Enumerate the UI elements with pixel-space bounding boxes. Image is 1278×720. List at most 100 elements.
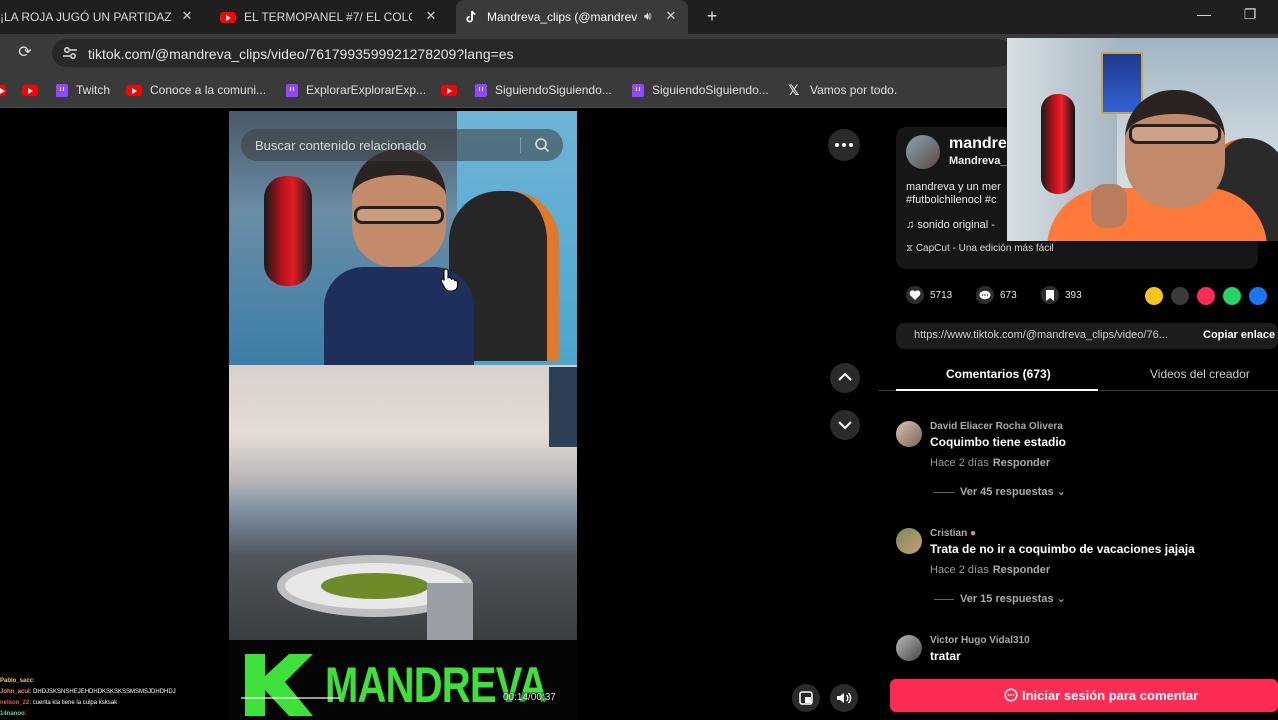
- more-options-button[interactable]: [828, 129, 860, 161]
- creator-username[interactable]: mandrev: [949, 135, 1016, 153]
- share-coin-icon[interactable]: [1145, 287, 1163, 305]
- view-replies-button[interactable]: Ver 15 respuestas ⌄: [934, 592, 1066, 605]
- tab-close-icon[interactable]: ✕: [424, 9, 438, 23]
- chat-username: Pablo_sacc: [0, 678, 34, 684]
- restore-icon[interactable]: ❐: [1240, 4, 1260, 24]
- video-timestamp: 00:14/00:37: [501, 692, 558, 703]
- avatar[interactable]: [906, 135, 940, 169]
- video-progress-bar[interactable]: [241, 697, 340, 699]
- embed-icon[interactable]: [1171, 287, 1189, 305]
- tab-creator-videos[interactable]: Videos del creador: [1150, 367, 1250, 381]
- tab-title: ¡LA ROJA JUGÓ UN PARTIDAZO: [0, 10, 172, 24]
- like-button[interactable]: 5713: [906, 285, 952, 305]
- facebook-icon[interactable]: [1249, 287, 1267, 305]
- bookmark-item[interactable]: SiguiendoSiguiendo...: [475, 81, 612, 99]
- search-placeholder: Buscar contenido relacionado: [255, 138, 427, 153]
- comment-icon: [976, 286, 994, 304]
- bookmark-item[interactable]: [441, 81, 465, 99]
- miniplayer-button[interactable]: [792, 684, 820, 712]
- chat-text: DHDJSKSNSHEJEHDHDKSKSKSSMSMSJDHDHDJ: [33, 689, 176, 695]
- chat-username: nelson_22: [0, 700, 30, 706]
- comment-item: Victor Hugo Vidal310 tratar: [896, 635, 1278, 665]
- send-icon[interactable]: [1197, 287, 1215, 305]
- related-search-input[interactable]: Buscar contenido relacionado: [241, 129, 563, 161]
- avatar[interactable]: [896, 421, 922, 447]
- minimize-icon[interactable]: —: [1194, 4, 1214, 24]
- tab-close-icon[interactable]: ✕: [664, 9, 678, 23]
- bookmark-label: ExplorarExplorarExp...: [306, 83, 427, 97]
- bookmark-item[interactable]: Conoce a la comuni...: [126, 81, 266, 99]
- share-link-url[interactable]: https://www.tiktok.com/@mandreva_clips/v…: [914, 329, 1168, 341]
- browser-tab[interactable]: EL TERMOPANEL #7/ EL COLO ✕: [220, 0, 442, 34]
- creator-nickname: Mandreva_: [949, 155, 1007, 167]
- chat-text: cuenta kla tiene la culpa ksksak: [32, 700, 118, 706]
- reply-button[interactable]: Responder: [993, 457, 1050, 469]
- streamer-figure: [324, 149, 474, 365]
- new-tab-button[interactable]: +: [704, 7, 720, 25]
- sound-label: sonido original -: [917, 219, 995, 231]
- bookmark-item[interactable]: ExplorarExplorarExp...: [286, 81, 426, 99]
- heart-icon: [906, 286, 924, 304]
- chat-username: 14nanoo: [0, 711, 25, 717]
- bookmark-item[interactable]: [22, 81, 46, 99]
- microphone-image: [1041, 94, 1075, 194]
- bookmark-item[interactable]: SiguiendoSiguiendo...: [632, 81, 769, 99]
- browser-tab[interactable]: ¡LA ROJA JUGÓ UN PARTIDAZO ✕: [0, 0, 200, 34]
- address-bar[interactable]: tiktok.com/@mandreva_clips/video/7617993…: [52, 39, 1012, 67]
- bookmark-twitch[interactable]: Twitch: [56, 81, 110, 99]
- login-to-comment-button[interactable]: Iniciar sesión para comentar: [890, 679, 1278, 712]
- view-replies-button[interactable]: Ver 45 respuestas ⌄: [934, 485, 1066, 498]
- comment-username[interactable]: Cristian ●: [930, 528, 976, 539]
- comment-username[interactable]: David Eliacer Rocha Olivera: [930, 421, 1063, 432]
- tab-title: Mandreva_clips (@mandreva: [487, 10, 637, 24]
- url-text[interactable]: tiktok.com/@mandreva_clips/video/7617993…: [88, 46, 514, 62]
- tab-comments[interactable]: Comentarios (673): [946, 367, 1051, 381]
- video-player[interactable]: Buscar contenido relacionado MANDREVA 00…: [229, 111, 577, 720]
- next-video-button[interactable]: [830, 410, 860, 440]
- bookmark-icon: [1041, 286, 1059, 304]
- copy-link-button[interactable]: Copiar enlace: [1203, 329, 1275, 341]
- tiktok-icon: [466, 10, 476, 23]
- youtube-icon: [441, 84, 457, 96]
- browser-tab-strip: ¡LA ROJA JUGÓ UN PARTIDAZO ✕ EL TERMOPAN…: [0, 0, 1278, 34]
- bookmark-item[interactable]: [0, 81, 14, 99]
- panel-tabs: Comentarios (673) Videos del creador: [878, 361, 1278, 391]
- chat-message: nelson_22: cuenta kla tiene la culpa ksk…: [0, 700, 118, 706]
- avatar[interactable]: [896, 635, 922, 661]
- browser-tab-active[interactable]: Mandreva_clips (@mandreva 🔊︎ ✕: [456, 0, 688, 34]
- comment-button[interactable]: 673: [976, 285, 1017, 305]
- bookmark-label: Conoce a la comuni...: [150, 83, 267, 97]
- x-icon: 𝕏: [788, 82, 800, 98]
- comment-item: David Eliacer Rocha Olivera Coquimbo tie…: [896, 421, 1278, 501]
- save-count: 393: [1065, 289, 1082, 301]
- bookmark-item[interactable]: 𝕏 Vamos por todo.: [788, 81, 897, 99]
- volume-button[interactable]: [830, 684, 858, 712]
- replies-label: Ver 45 respuestas: [960, 486, 1054, 498]
- tab-close-icon[interactable]: ✕: [180, 9, 194, 23]
- save-button[interactable]: 393: [1041, 285, 1082, 305]
- sound-link[interactable]: ♫ sonido original -: [906, 219, 995, 231]
- youtube-icon: [220, 11, 236, 23]
- streamer-webcam-overlay: [1007, 38, 1278, 241]
- twitch-icon: [56, 83, 68, 97]
- chevron-down-icon: [838, 421, 852, 430]
- youtube-icon: [126, 84, 142, 96]
- previous-video-button[interactable]: [830, 363, 860, 393]
- reload-icon[interactable]: ⟳: [16, 44, 34, 62]
- whatsapp-icon[interactable]: [1223, 287, 1241, 305]
- speaker-icon[interactable]: 🔊︎: [644, 9, 652, 24]
- comment-time: Hace 2 días: [930, 457, 989, 469]
- avatar[interactable]: [896, 528, 922, 554]
- reply-button[interactable]: Responder: [993, 564, 1050, 576]
- video-brand-banner: MANDREVA 00:14/00:37: [229, 640, 577, 720]
- chat-message: Pablo_sacc:: [0, 678, 35, 684]
- site-settings-icon[interactable]: [62, 45, 78, 61]
- replies-label: Ver 15 respuestas: [960, 593, 1054, 605]
- comment-username-label: Cristian: [930, 528, 968, 539]
- capcut-link[interactable]: ⧖ CapCut - Una edición más fácil: [906, 243, 1054, 254]
- stream-chat-overlay: Pablo_sacc: John_acul: DHDJSKSNSHEJEHDHD…: [0, 676, 200, 720]
- comment-item: Cristian ● Trata de no ir a coquimbo de …: [896, 528, 1278, 608]
- comment-username[interactable]: Victor Hugo Vidal310: [930, 635, 1030, 646]
- microphone-image: [264, 176, 312, 286]
- search-icon[interactable]: [534, 137, 550, 153]
